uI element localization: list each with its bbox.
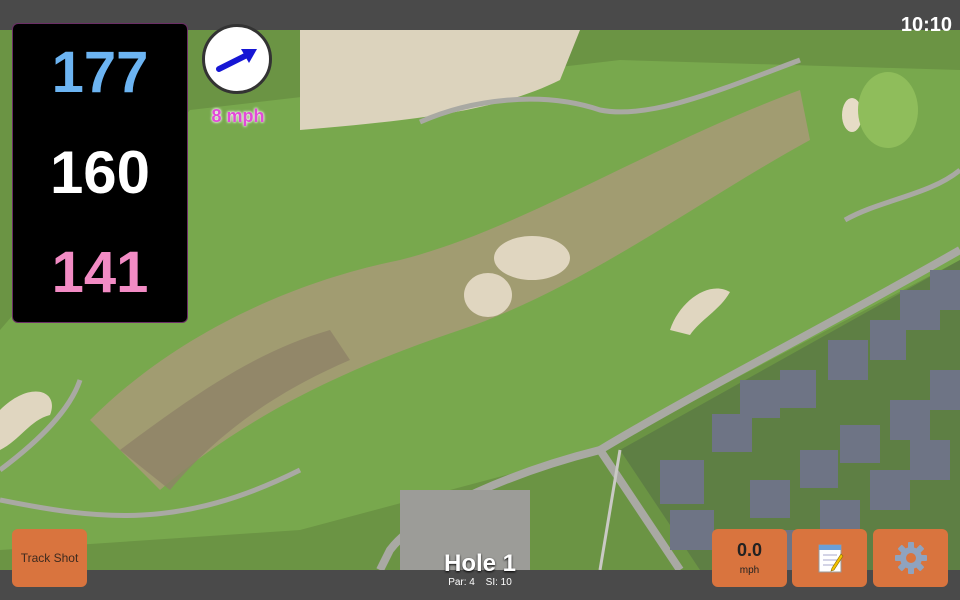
wind-arrow-icon: [216, 49, 257, 72]
hole-stroke-index: SI: 10: [485, 577, 512, 588]
gear-icon: [894, 542, 927, 574]
yardage-panel: 177 160 141: [12, 23, 188, 323]
back-yardage: 141: [51, 239, 149, 305]
wind-speed: 8 mph: [211, 106, 265, 126]
middle-yardage: 160: [49, 138, 151, 206]
speed-button[interactable]: 0.0 mph: [712, 529, 787, 587]
speed-unit: mph: [739, 565, 760, 576]
clock: 10:10: [900, 14, 952, 36]
settings-button[interactable]: [873, 529, 948, 587]
hole-par: Par: 4: [448, 577, 475, 588]
track-shot-button[interactable]: Track Shot: [12, 529, 87, 587]
wind-indicator: [202, 24, 272, 94]
hole-title: Hole 1: [443, 550, 517, 577]
front-yardage: 177: [51, 40, 149, 106]
hole-meta: Par: 4 SI: 10: [380, 577, 580, 588]
notepad-icon: [818, 544, 843, 573]
notes-button[interactable]: [792, 529, 867, 587]
speed-value: 0.0: [736, 540, 763, 560]
